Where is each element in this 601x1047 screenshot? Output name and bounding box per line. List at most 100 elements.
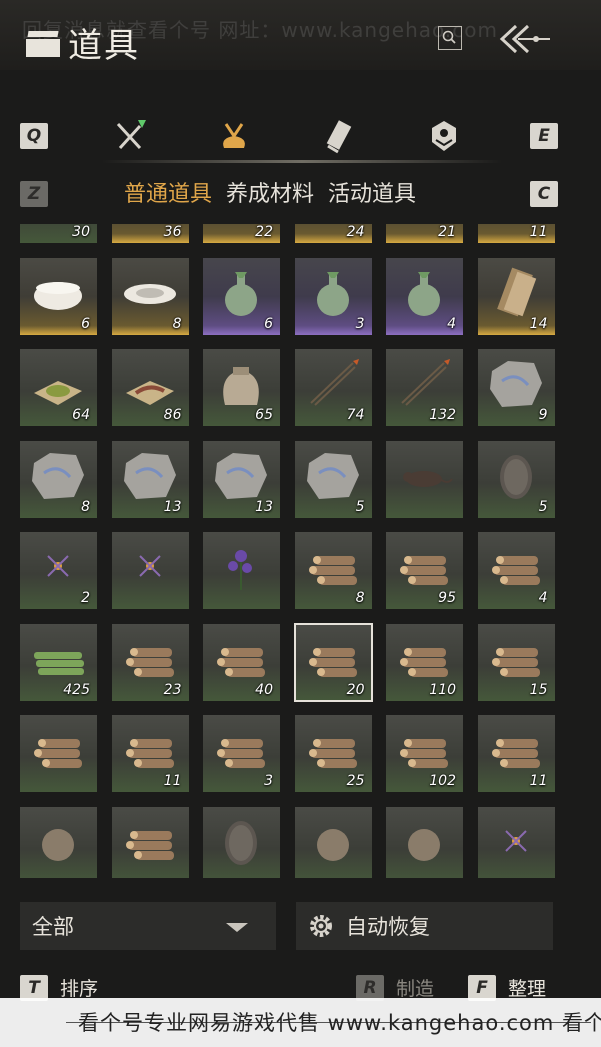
inventory-slot[interactable]: 5 (294, 440, 372, 518)
inventory-slot[interactable] (386, 806, 463, 878)
sort-label: 排序 (60, 978, 99, 1000)
inventory-slot[interactable] (111, 806, 189, 878)
inventory-slot[interactable]: 23 (111, 623, 189, 701)
item-count: 74 (346, 407, 365, 423)
inventory-slot[interactable]: 14 (477, 257, 555, 335)
inventory-slot[interactable]: 4 (477, 532, 555, 609)
item-grid-viewport[interactable]: 30 36 22 24 21 11 6 8 6 3 4 14 64 86 65 74 132 9 8 13 13 5 5 2 8… (0, 224, 601, 878)
log-pile-item (213, 632, 270, 684)
inventory-slot[interactable]: 64 (20, 349, 97, 426)
tab-scrolls[interactable] (318, 114, 362, 158)
craft-action[interactable]: R 制造 (356, 974, 434, 1001)
search-icon (442, 30, 456, 44)
log-pile-item (305, 723, 362, 775)
inventory-slot[interactable]: 425 (20, 623, 97, 701)
item-count: 8 (172, 315, 182, 332)
subtab-growth-materials[interactable]: 养成材料 (226, 176, 314, 208)
inventory-slot[interactable]: 110 (386, 623, 463, 701)
arrow-item (305, 357, 362, 409)
log-pile-item (122, 815, 179, 867)
subtab-prev-key[interactable]: Z (20, 181, 48, 207)
inventory-slot[interactable] (20, 806, 97, 878)
subtab-next-key[interactable]: C (530, 181, 558, 207)
item-count: 8 (81, 498, 90, 515)
item-count: 36 (163, 224, 182, 240)
item-count: 30 (72, 224, 90, 240)
inventory-slot[interactable]: 3 (203, 715, 280, 792)
inventory-slot[interactable]: 22 (203, 224, 280, 243)
tab-next-key[interactable]: E (530, 123, 558, 149)
subtab-bar: 普通道具 养成材料 活动道具 (124, 176, 416, 208)
tab-prev-key[interactable]: Q (20, 123, 48, 149)
root-item (30, 815, 87, 867)
inventory-slot[interactable]: 8 (111, 257, 189, 335)
item-count: 21 (438, 224, 456, 240)
item-count: 5 (538, 498, 548, 515)
tab-items[interactable] (212, 114, 256, 158)
inventory-slot[interactable]: 2 (20, 532, 97, 609)
log-pile-item (488, 723, 545, 775)
book-scroll-item (488, 266, 545, 318)
tab-weapons[interactable] (108, 114, 152, 158)
inventory-slot[interactable]: 132 (386, 349, 463, 426)
inventory-chest-icon (24, 27, 62, 57)
inventory-slot[interactable]: 5 (477, 440, 555, 518)
inventory-slot[interactable]: 6 (20, 257, 97, 335)
auto-restore-button[interactable]: 自动恢复 (296, 902, 553, 950)
log-pile-item (396, 723, 453, 775)
inventory-slot[interactable]: 25 (294, 715, 372, 792)
filter-dropdown[interactable]: 全部 (20, 902, 276, 950)
subtab-event-items[interactable]: 活动道具 (328, 176, 416, 208)
inventory-slot[interactable]: 11 (477, 715, 555, 792)
inventory-slot[interactable]: 6 (203, 257, 280, 335)
inventory-slot[interactable]: 21 (386, 224, 463, 243)
item-count: 110 (429, 681, 456, 698)
craft-key: R (356, 974, 384, 1001)
inventory-slot[interactable]: 11 (111, 715, 189, 792)
item-count: 24 (346, 224, 365, 240)
bottom-watermark-banner: 看个号专业网易游戏代售 www.kangehao.com 看个号 (0, 998, 601, 1047)
item-count: 9 (538, 407, 548, 423)
inventory-slot[interactable] (477, 806, 555, 878)
item-count: 11 (529, 224, 548, 240)
inventory-slot[interactable] (203, 532, 280, 609)
inventory-slot[interactable] (203, 806, 280, 878)
log-pile-item (396, 540, 453, 592)
inventory-slot[interactable]: 102 (386, 715, 463, 792)
painted-stone-item (122, 449, 179, 501)
inventory-slot[interactable]: 20 (293, 622, 373, 702)
inventory-slot[interactable]: 95 (386, 532, 463, 609)
inventory-slot[interactable]: 15 (477, 623, 555, 701)
inventory-slot[interactable]: 40 (203, 623, 280, 701)
inventory-slot[interactable]: 8 (20, 440, 97, 518)
subtab-normal-items[interactable]: 普通道具 (124, 176, 212, 208)
item-count: 11 (529, 773, 548, 789)
organize-action[interactable]: F 整理 (468, 974, 546, 1001)
inventory-slot[interactable]: 74 (294, 349, 372, 426)
back-button[interactable] (496, 22, 552, 56)
inventory-slot[interactable]: 13 (111, 440, 189, 518)
butterfly-item (122, 540, 179, 592)
inventory-slot[interactable]: 86 (111, 349, 189, 426)
item-count: 425 (63, 681, 90, 698)
item-count: 13 (163, 498, 182, 515)
inventory-slot[interactable]: 65 (203, 349, 280, 426)
inventory-slot[interactable]: 30 (20, 224, 97, 243)
inventory-slot[interactable]: 36 (111, 224, 189, 243)
inventory-slot[interactable] (386, 440, 463, 518)
tab-badges[interactable] (422, 114, 466, 158)
inventory-slot[interactable]: 8 (294, 532, 372, 609)
inventory-slot[interactable] (20, 715, 97, 792)
search-button[interactable] (438, 26, 462, 50)
inventory-slot[interactable]: 4 (386, 257, 463, 335)
inventory-slot[interactable]: 13 (203, 440, 280, 518)
inventory-slot[interactable] (111, 532, 189, 609)
inventory-slot[interactable] (294, 806, 372, 878)
item-count: 132 (429, 407, 456, 423)
sort-action[interactable]: T 排序 (20, 974, 98, 1001)
inventory-slot[interactable]: 3 (294, 257, 372, 335)
inventory-slot[interactable]: 11 (477, 224, 555, 243)
inventory-slot[interactable]: 9 (477, 349, 555, 426)
organize-key: F (468, 974, 496, 1001)
inventory-slot[interactable]: 24 (294, 224, 372, 243)
